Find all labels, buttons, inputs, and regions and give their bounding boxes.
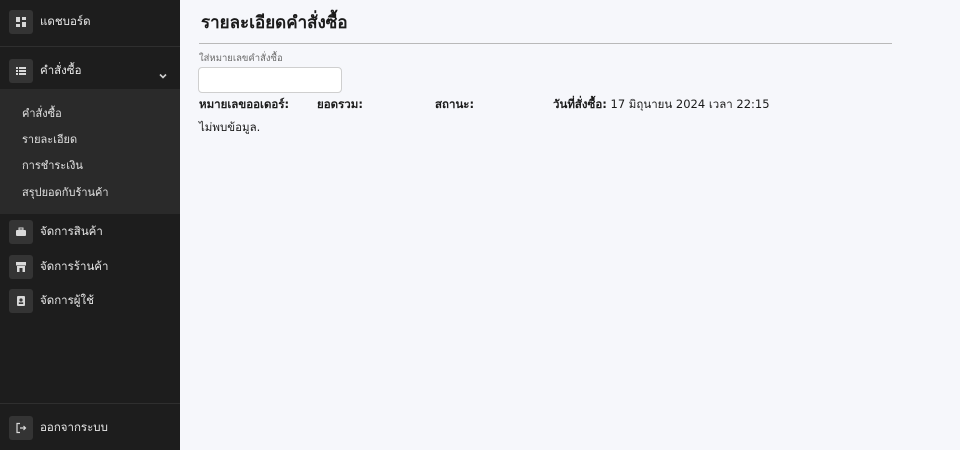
nav-logout[interactable]: ออกจากระบบ [0,410,180,446]
order-date-value: 17 มิถุนายน 2024 เวลา 22:15 [606,97,770,111]
title-divider [199,43,892,44]
order-no-label: หมายเลขออเดอร์: [199,97,290,111]
nav-dashboard-label: แดชบอร์ด [40,14,91,28]
order-date-label: วันที่สั่งซื้อ: [553,97,607,111]
status-field: สถานะ: [435,96,474,114]
dashboard-icon [9,10,33,34]
sidebar: แดชบอร์ด คำสั่งซื้อ คำสั่งซื้อ รายละเอีย… [0,0,180,450]
logout-icon [9,416,33,440]
nav-products[interactable]: จัดการสินค้า [0,214,180,250]
order-no-field: หมายเลขออเดอร์: [199,96,289,114]
nav-dashboard[interactable]: แดชบอร์ด [0,4,180,40]
order-date-field: วันที่สั่งซื้อ: 17 มิถุนายน 2024 เวลา 22… [553,96,770,114]
nav-products-label: จัดการสินค้า [40,224,103,238]
nav-stores[interactable]: จัดการร้านค้า [0,249,180,285]
main-content: รายละเอียดคำสั่งซื้อ ใส่หมายเลขคำสั่งซื้… [180,0,960,450]
total-label: ยอดรวม: [317,97,363,111]
order-number-label: ใส่หมายเลขคำสั่งซื้อ [199,53,283,64]
nav-orders[interactable]: คำสั่งซื้อ [0,53,180,89]
submenu-item-payment[interactable]: การชำระเงิน [22,156,83,174]
nav-orders-label: คำสั่งซื้อ [40,63,82,77]
list-icon [9,59,33,83]
status-label: สถานะ: [435,97,475,111]
total-field: ยอดรวม: [317,96,363,114]
nav-users-label: จัดการผู้ใช้ [40,293,94,307]
submenu-item-store-summary[interactable]: สรุปยอดกับร้านค้า [22,183,109,201]
nav-stores-label: จัดการร้านค้า [40,259,109,273]
submenu-item-orders[interactable]: คำสั่งซื้อ [22,104,62,122]
empty-message: ไม่พบข้อมูล. [199,120,261,134]
store-icon [9,255,33,279]
sidebar-divider [0,46,180,47]
order-number-input[interactable] [198,67,342,93]
briefcase-icon [9,220,33,244]
page-title: รายละเอียดคำสั่งซื้อ [201,13,348,33]
nav-logout-label: ออกจากระบบ [40,420,108,434]
submenu-item-details[interactable]: รายละเอียด [22,130,77,148]
sidebar-divider [0,403,180,404]
user-badge-icon [9,289,33,313]
nav-users[interactable]: จัดการผู้ใช้ [0,283,180,319]
chevron-down-icon[interactable] [158,66,168,79]
orders-submenu: คำสั่งซื้อ รายละเอียด การชำระเงิน สรุปยอ… [0,89,180,214]
